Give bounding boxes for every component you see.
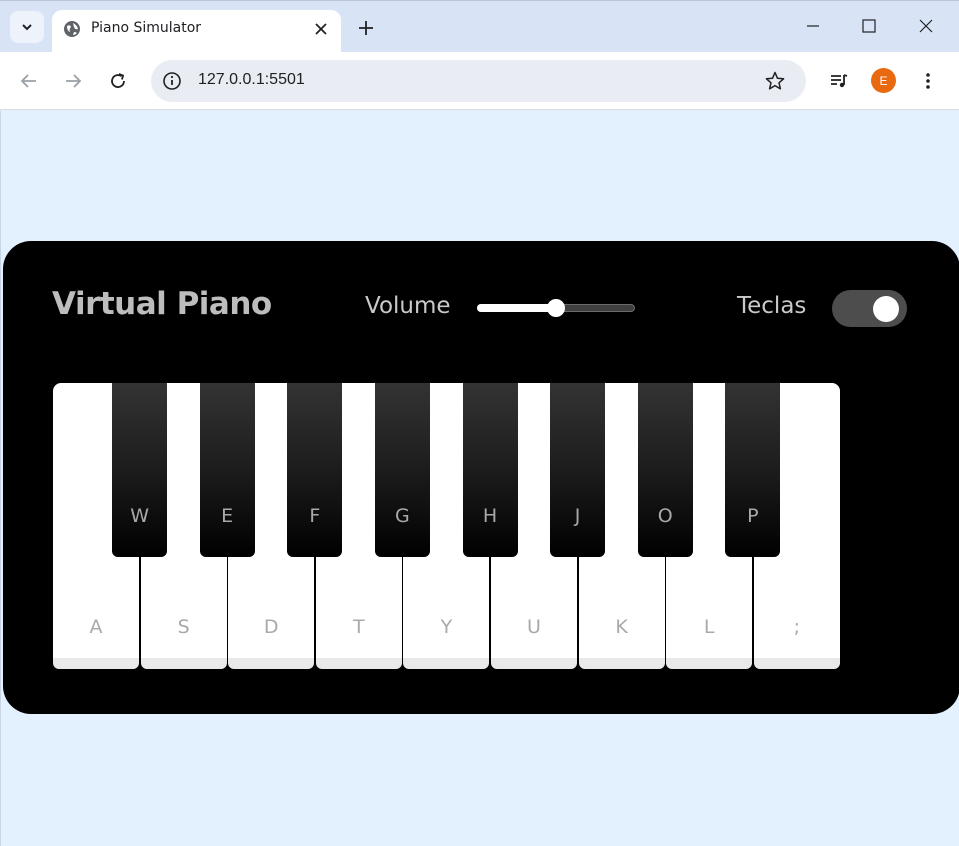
browser-toolbar: 127.0.0.1:5501 E: [0, 52, 959, 110]
black-key[interactable]: O: [637, 383, 693, 557]
key-label: A: [89, 616, 103, 638]
page-title: Virtual Piano: [52, 286, 272, 322]
arrow-right-icon: [66, 74, 82, 88]
key-label: U: [527, 616, 541, 638]
black-key[interactable]: P: [725, 383, 781, 557]
kebab-menu-icon: [926, 73, 930, 89]
media-controls-icon: [831, 74, 848, 88]
black-key[interactable]: H: [462, 383, 518, 557]
reload-button[interactable]: [105, 68, 131, 94]
black-key[interactable]: J: [550, 383, 606, 557]
piano-keyboard: A S D T Y U K L; W E F G H J O P: [53, 383, 841, 670]
tab-title: Piano Simulator: [91, 20, 202, 36]
browser-tab[interactable]: Piano Simulator: [52, 10, 341, 53]
piano-panel: Virtual Piano Volume Teclas A S D T Y U K L; W E F…: [3, 241, 959, 714]
reload-icon: [111, 73, 125, 88]
key-label: H: [482, 505, 498, 527]
window-close-button[interactable]: [913, 13, 939, 39]
volume-slider[interactable]: [477, 299, 635, 317]
key-label: Y: [440, 616, 453, 638]
url-text[interactable]: 127.0.0.1:5501: [198, 71, 305, 89]
key-label: O: [657, 505, 673, 527]
minimize-button[interactable]: [800, 13, 826, 39]
maximize-button[interactable]: [856, 13, 882, 39]
key-label: D: [263, 616, 279, 638]
key-label: E: [221, 505, 234, 527]
profile-avatar[interactable]: E: [871, 68, 896, 93]
back-button[interactable]: [16, 68, 42, 94]
volume-slider-fill: [477, 304, 556, 312]
black-key[interactable]: G: [374, 383, 430, 557]
browser-tab-strip: Piano Simulator: [0, 0, 959, 53]
key-label: P: [747, 505, 759, 527]
chevron-down-icon: [22, 24, 32, 31]
address-bar[interactable]: 127.0.0.1:5501: [151, 60, 806, 102]
close-icon[interactable]: [312, 20, 330, 38]
close-icon: [919, 19, 933, 33]
keys-toggle[interactable]: [832, 290, 907, 327]
black-key[interactable]: F: [287, 383, 343, 557]
key-label: T: [352, 616, 365, 638]
volume-slider-thumb[interactable]: [547, 299, 565, 317]
browser-menu-button[interactable]: [915, 68, 941, 94]
star-icon[interactable]: [764, 70, 786, 92]
media-controls-button[interactable]: [826, 68, 852, 94]
maximize-icon: [862, 19, 876, 33]
keys-toggle-label: Teclas: [737, 293, 807, 319]
key-label: W: [130, 505, 149, 527]
info-icon[interactable]: [161, 70, 183, 92]
key-label: F: [309, 505, 321, 527]
minimize-icon: [807, 25, 819, 27]
key-label: G: [395, 505, 410, 527]
page-viewport: Virtual Piano Volume Teclas A S D T Y U K L; W E F…: [0, 111, 959, 846]
black-key[interactable]: W: [112, 383, 168, 557]
tab-search-button[interactable]: [10, 11, 44, 43]
volume-label: Volume: [365, 293, 451, 319]
key-label: ;: [793, 616, 800, 638]
globe-icon: [64, 21, 80, 37]
key-label: J: [574, 505, 581, 527]
forward-button[interactable]: [60, 68, 86, 94]
plus-icon[interactable]: [354, 16, 378, 40]
black-key[interactable]: E: [199, 383, 255, 557]
key-label: L: [703, 616, 715, 638]
key-label: S: [177, 616, 190, 638]
arrow-left-icon: [20, 74, 36, 88]
key-label: K: [615, 616, 628, 638]
keys-toggle-knob: [873, 296, 899, 322]
